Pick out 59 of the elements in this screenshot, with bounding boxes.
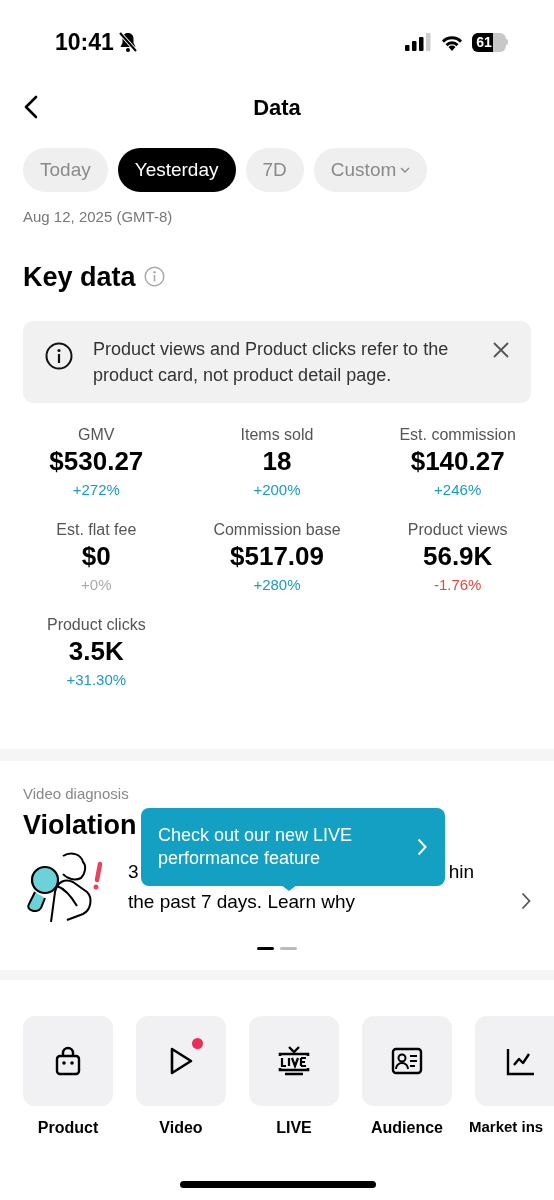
violation-text: 3 bbox=[128, 860, 139, 884]
metric-value: $0 bbox=[81, 540, 111, 572]
chevron-right-icon[interactable] bbox=[521, 892, 531, 910]
date-tab[interactable]: Today bbox=[23, 148, 108, 192]
metric-label: Commission base bbox=[213, 520, 341, 540]
shortcut-label: Video bbox=[159, 1117, 203, 1138]
metric-value: $517.09 bbox=[230, 540, 324, 572]
shortcut-label: LIVE bbox=[276, 1117, 312, 1138]
section-label: Video diagnosis bbox=[23, 784, 130, 804]
shopping-bag-icon bbox=[54, 1045, 82, 1076]
wifi-icon bbox=[440, 33, 464, 51]
metric-label: Product clicks bbox=[46, 615, 146, 635]
shortcut-label: Product bbox=[37, 1117, 99, 1138]
profile-card-icon bbox=[391, 1046, 423, 1075]
page-title: Data bbox=[253, 93, 301, 122]
metric-label: Items sold bbox=[240, 425, 314, 445]
date-tab[interactable]: Custom bbox=[313, 148, 428, 192]
metric-value: 18 bbox=[262, 445, 292, 477]
signal-icon bbox=[405, 33, 432, 51]
metric-label: Product views bbox=[407, 520, 508, 540]
shortcut-tile[interactable] bbox=[362, 1015, 452, 1106]
metric-change: +200% bbox=[253, 480, 301, 500]
chevron-right-icon bbox=[417, 838, 427, 856]
shortcut-tile[interactable] bbox=[136, 1015, 226, 1106]
status-time: 10:41 bbox=[55, 27, 114, 57]
metric-change: +0% bbox=[81, 575, 112, 595]
section-title: Violation bbox=[23, 808, 137, 842]
shortcut-label: Market ins bbox=[469, 1116, 544, 1137]
metric-value: $530.27 bbox=[49, 445, 144, 477]
tooltip-pointer-icon bbox=[281, 885, 297, 891]
shortcut-tile[interactable] bbox=[475, 1015, 554, 1106]
info-icon bbox=[45, 342, 73, 370]
metric-value: 3.5K bbox=[68, 635, 124, 667]
metric-label: GMV bbox=[78, 425, 115, 445]
date-tab[interactable]: 7D bbox=[245, 148, 304, 192]
tooltip-text: Check out our new LIVE performance feature bbox=[158, 824, 354, 870]
bell-muted-icon bbox=[117, 31, 138, 53]
metric-label: Est. commission bbox=[399, 425, 516, 445]
shortcut-label: Audience bbox=[371, 1117, 443, 1138]
metric-value: 56.9K bbox=[422, 540, 493, 572]
metric-label: Est. flat fee bbox=[56, 520, 137, 540]
shortcut-tile[interactable] bbox=[23, 1015, 113, 1106]
close-icon[interactable] bbox=[493, 342, 509, 358]
metric-change: +280% bbox=[253, 575, 301, 595]
date-range: Aug 12, 2025 (GMT-8) bbox=[22, 207, 174, 227]
battery-icon: 61 bbox=[472, 32, 508, 52]
violation-text: the past 7 days. Learn why bbox=[128, 890, 356, 914]
back-icon[interactable] bbox=[23, 95, 39, 119]
tv-icon bbox=[277, 1043, 311, 1078]
section-title: Key data bbox=[23, 260, 136, 294]
metric-change: +272% bbox=[72, 480, 120, 500]
violation-text: hin bbox=[448, 860, 474, 884]
metric-value: $140.27 bbox=[410, 445, 505, 477]
metric-change: -1.76% bbox=[433, 575, 482, 595]
notice-text: Product views and Product clicks refer to the product card, not product detail page. bbox=[93, 338, 450, 387]
date-tab[interactable]: Yesterday bbox=[117, 148, 236, 192]
metric-change: +31.30% bbox=[66, 670, 127, 690]
metric-change: +246% bbox=[434, 480, 482, 500]
shortcut-tile[interactable] bbox=[249, 1015, 339, 1106]
